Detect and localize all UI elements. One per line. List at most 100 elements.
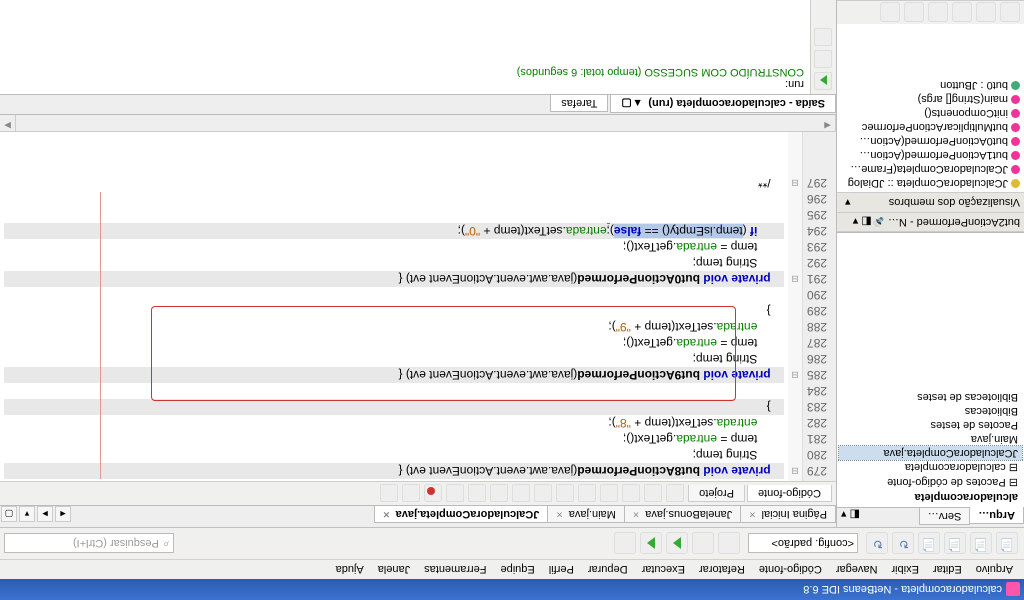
open-button[interactable] — [944, 533, 966, 555]
member-item[interactable]: JCalculadoraCompleta :: JDialog — [839, 176, 1022, 190]
main-toolbar: Pesquisar (Ctrl+I) — [0, 527, 1024, 559]
macro-record-icon[interactable] — [424, 485, 442, 503]
menu-exibir[interactable]: Exibir — [884, 562, 926, 578]
tab-scroll-right-icon[interactable]: ► — [37, 506, 53, 522]
h-scrollbar[interactable]: ◄► — [0, 115, 836, 132]
profile-button[interactable] — [614, 533, 636, 555]
editor-btn[interactable] — [666, 485, 684, 503]
file-tab[interactable]: JanelaBonus.java× — [624, 506, 741, 523]
close-icon[interactable]: × — [556, 508, 562, 520]
tree-node[interactable]: Pacotes de testes — [839, 418, 1022, 432]
menu-refatorar[interactable]: Refatorar — [692, 562, 752, 578]
projects-tabs[interactable]: Arqu… Serv… ◧ ▾ — [837, 507, 1024, 527]
editor-btn[interactable] — [600, 485, 618, 503]
editor-btn[interactable] — [490, 485, 508, 503]
tree-node[interactable]: ⊟ Pacotes de código-fonte — [839, 475, 1022, 490]
undo-button[interactable] — [892, 533, 914, 555]
members-list[interactable]: JCalculadoraCompleta :: JDialogJCalculad… — [837, 24, 1024, 192]
maximize-editor-icon[interactable]: ▢ — [1, 506, 17, 522]
tree-node[interactable]: Bibliotecas — [839, 404, 1022, 418]
code-area[interactable]: private void but8ActionPerformed(java.aw… — [0, 132, 788, 481]
tab-list-icon[interactable]: ▾ — [19, 506, 35, 522]
tree-node[interactable]: JCalculadoraCompleta.java — [839, 446, 1022, 460]
menu-arquivo[interactable]: Arquivo — [969, 562, 1020, 578]
editor-btn[interactable] — [556, 485, 574, 503]
debug-button[interactable] — [640, 533, 662, 555]
close-icon[interactable]: × — [383, 508, 389, 520]
editor-btn[interactable] — [534, 485, 552, 503]
output-tabs[interactable]: Saída - calculadoracompleta (run) ▴ ▢ Ta… — [0, 94, 836, 114]
nav-btn[interactable] — [880, 3, 900, 23]
view-source-tab[interactable]: Código-fonte — [747, 485, 832, 502]
editor-btn[interactable] — [446, 485, 464, 503]
file-tab[interactable]: Página Inicial× — [740, 506, 836, 523]
editor-btn[interactable] — [622, 485, 640, 503]
editor-btn[interactable] — [512, 485, 530, 503]
error-stripe — [100, 192, 101, 479]
tree-node[interactable]: Main.java — [839, 432, 1022, 446]
member-item[interactable]: but0 : JButton — [839, 78, 1022, 92]
clean-build-button[interactable] — [692, 533, 714, 555]
menu-navegar[interactable]: Navegar — [829, 562, 885, 578]
member-item[interactable]: JCalculadoraCompleta(Frame… — [839, 162, 1022, 176]
code-editor[interactable]: 2792802812822832842852862872882892902912… — [0, 132, 836, 481]
editor-btn[interactable] — [402, 485, 420, 503]
new-file-button[interactable] — [996, 533, 1018, 555]
close-icon[interactable]: × — [633, 508, 639, 520]
nav-btn[interactable] — [1000, 3, 1020, 23]
nav-btn[interactable] — [928, 3, 948, 23]
stop-icon[interactable] — [815, 50, 833, 68]
output-btn[interactable] — [815, 28, 833, 46]
run-button[interactable] — [666, 533, 688, 555]
menu-perfil[interactable]: Perfil — [542, 562, 581, 578]
rerun-icon[interactable] — [815, 72, 833, 90]
menu-bar[interactable]: ArquivoEditarExibirNavegarCódigo-fonteRe… — [0, 559, 1024, 579]
member-item[interactable]: main(String[] args) — [839, 92, 1022, 106]
menu-editar[interactable]: Editar — [926, 562, 969, 578]
build-button[interactable] — [718, 533, 740, 555]
menu-código-fonte[interactable]: Código-fonte — [752, 562, 829, 578]
dropdown-icon[interactable]: ▾ — [841, 196, 855, 209]
new-project-button[interactable] — [970, 533, 992, 555]
tab-scroll-left-icon[interactable]: ◄ — [55, 506, 71, 522]
nav-btn[interactable] — [952, 3, 972, 23]
panel-menu-icon[interactable]: ◧ ▾ — [853, 216, 872, 229]
save-all-button[interactable] — [918, 533, 940, 555]
nav-btn[interactable] — [976, 3, 996, 23]
tab-services[interactable]: Serv… — [919, 508, 971, 525]
tree-node[interactable]: Bibliotecas de testes — [839, 390, 1022, 404]
menu-ferramentas[interactable]: Ferramentas — [417, 562, 493, 578]
tab-menu-icon[interactable]: ▴ ▢ — [621, 97, 640, 110]
editor-tabs[interactable]: Página Inicial×JanelaBonus.java×Main.jav… — [0, 505, 836, 527]
member-item[interactable]: but0ActionPerformed(Action… — [839, 134, 1022, 148]
tree-node[interactable]: ⊟ calculadoracompleta — [839, 460, 1022, 475]
project-root[interactable]: alculadoracompleta — [839, 490, 1022, 504]
search-input[interactable]: Pesquisar (Ctrl+I) — [4, 534, 174, 554]
file-tab[interactable]: JCalculadoraCompleta.java× — [374, 506, 548, 523]
menu-equipe[interactable]: Equipe — [494, 562, 542, 578]
redo-button[interactable] — [866, 533, 888, 555]
file-tab[interactable]: Main.java× — [547, 506, 625, 523]
project-tree[interactable]: alculadoracompleta ⊟ Pacotes de código-f… — [837, 232, 1024, 507]
output-tab-run[interactable]: Saída - calculadoracompleta (run) ▴ ▢ — [610, 95, 836, 113]
menu-ajuda[interactable]: Ajuda — [329, 562, 371, 578]
view-design-tab[interactable]: Projeto — [688, 485, 745, 502]
member-item[interactable]: but1ActionPerformed(Action… — [839, 148, 1022, 162]
config-select[interactable] — [748, 534, 858, 554]
member-item[interactable]: butMultiplicarActionPerformec — [839, 120, 1022, 134]
nav-btn[interactable] — [904, 3, 924, 23]
tab-files[interactable]: Arqu… — [969, 507, 1024, 524]
editor-btn[interactable] — [578, 485, 596, 503]
editor-btn[interactable] — [380, 485, 398, 503]
output-tab-tasks[interactable]: Tarefas — [550, 95, 608, 112]
menu-depurar[interactable]: Depurar — [581, 562, 635, 578]
member-item[interactable]: initComponents() — [839, 106, 1022, 120]
close-icon[interactable]: × — [749, 508, 755, 520]
fold-gutter[interactable]: ⊟⊟⊟⊟ — [788, 132, 802, 481]
panel-menu-icon[interactable]: ◧ ▾ — [837, 508, 864, 521]
editor-btn[interactable] — [644, 485, 662, 503]
menu-janela[interactable]: Janela — [371, 562, 417, 578]
output-text[interactable]: run:CONSTRUÍDO COM SUCESSO (tempo total:… — [0, 0, 810, 94]
menu-executar[interactable]: Executar — [635, 562, 692, 578]
editor-btn[interactable] — [468, 485, 486, 503]
